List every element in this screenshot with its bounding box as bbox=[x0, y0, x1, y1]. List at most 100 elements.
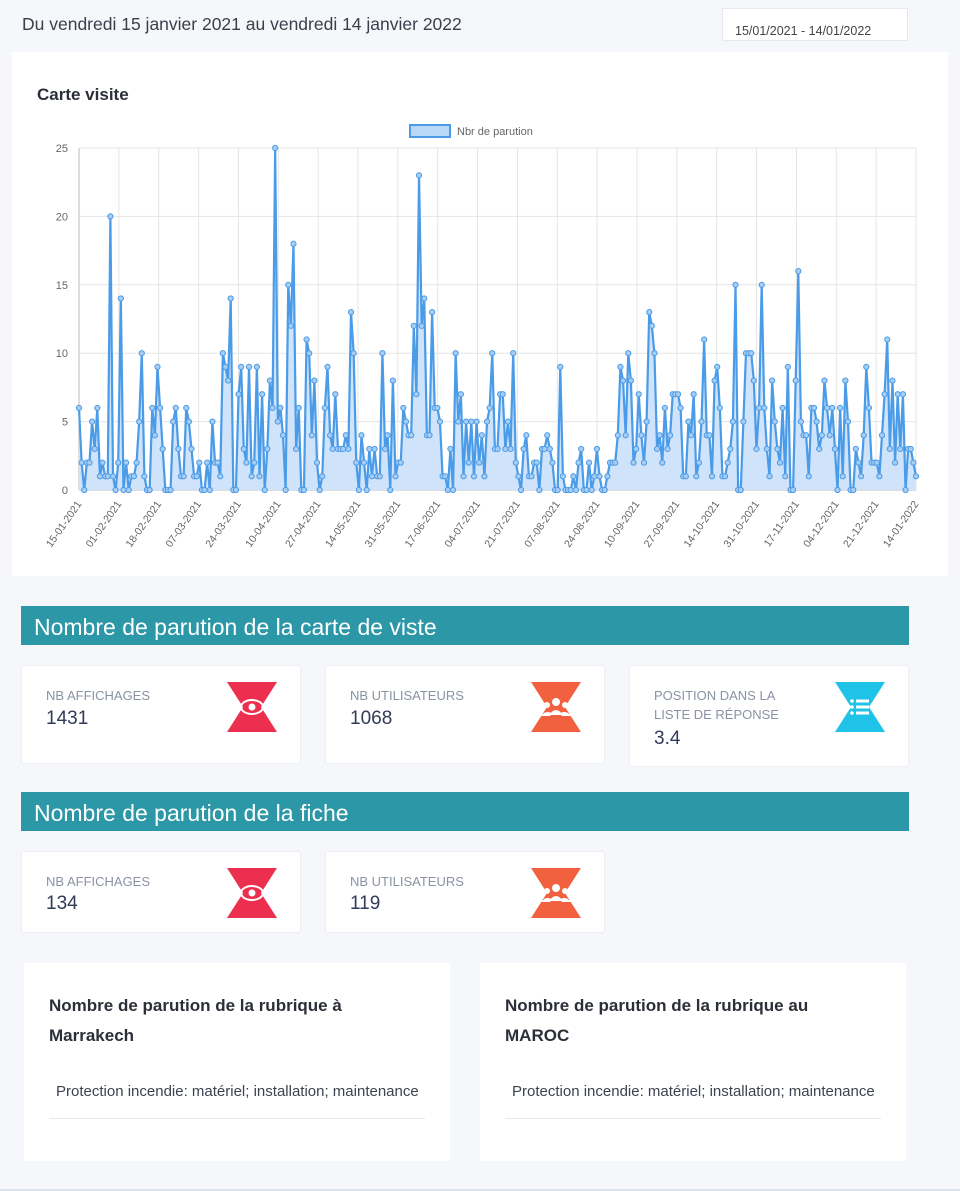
data-point bbox=[583, 486, 590, 494]
y-tick-label: 0 bbox=[62, 485, 68, 497]
data-point bbox=[251, 459, 258, 466]
data-point bbox=[277, 404, 284, 412]
data-point bbox=[541, 445, 548, 453]
data-point bbox=[748, 350, 755, 357]
data-point bbox=[818, 432, 825, 439]
data-point bbox=[523, 432, 530, 439]
chart-card: Carte visite 0 5 10 15 20 25 15-01-2021 01-02-2… bbox=[12, 52, 948, 576]
date-range-picker[interactable]: 15/01/2021 - 14/01/2022 bbox=[722, 8, 908, 41]
data-point bbox=[463, 418, 470, 425]
data-point bbox=[156, 404, 164, 412]
data-point bbox=[235, 391, 242, 398]
data-point bbox=[371, 445, 378, 453]
data-point bbox=[899, 391, 907, 398]
legend-label: Nbr de parution bbox=[457, 126, 533, 138]
data-point bbox=[698, 418, 705, 425]
data-point bbox=[379, 350, 386, 357]
data-point bbox=[708, 473, 716, 480]
data-point bbox=[426, 432, 433, 439]
data-point bbox=[421, 295, 428, 302]
data-point bbox=[204, 459, 211, 466]
data-point bbox=[528, 473, 535, 480]
data-point bbox=[392, 473, 399, 480]
data-point bbox=[876, 473, 883, 480]
data-point bbox=[115, 459, 122, 466]
legend-swatch bbox=[409, 124, 451, 138]
data-point bbox=[300, 486, 308, 494]
data-point bbox=[290, 240, 297, 247]
list-icon bbox=[835, 682, 885, 732]
data-point bbox=[789, 486, 797, 494]
data-point bbox=[452, 350, 459, 357]
data-point bbox=[481, 473, 488, 480]
data-point bbox=[557, 363, 564, 370]
data-point bbox=[687, 432, 695, 439]
data-point bbox=[86, 459, 93, 466]
data-point bbox=[287, 322, 294, 329]
data-point bbox=[591, 473, 598, 480]
rubrique-list-item[interactable]: Protection incendie: matériel; installat… bbox=[49, 1079, 425, 1119]
data-point bbox=[753, 445, 760, 453]
data-point bbox=[559, 473, 566, 480]
data-point bbox=[693, 473, 700, 480]
data-point bbox=[363, 486, 370, 494]
data-point bbox=[816, 445, 823, 453]
data-point bbox=[436, 418, 444, 425]
data-point bbox=[902, 486, 909, 494]
data-point bbox=[347, 309, 355, 316]
line-chart: 0 5 10 15 20 25 15-01-2021 01-02-2021 18-02-2021… bbox=[44, 124, 922, 550]
data-point bbox=[109, 473, 117, 480]
stat-label: NB UTILISATEURS bbox=[350, 874, 464, 889]
data-point bbox=[570, 473, 577, 480]
data-point bbox=[125, 486, 132, 494]
data-point bbox=[303, 336, 310, 343]
data-point bbox=[397, 459, 404, 466]
data-point bbox=[387, 486, 394, 494]
data-point bbox=[130, 473, 138, 480]
data-point bbox=[797, 418, 805, 425]
data-point bbox=[478, 432, 485, 439]
data-point bbox=[117, 295, 124, 302]
data-point bbox=[740, 418, 747, 425]
data-point bbox=[810, 404, 818, 412]
data-point bbox=[486, 404, 493, 412]
data-point bbox=[455, 418, 462, 425]
data-point bbox=[622, 432, 629, 439]
data-point bbox=[442, 473, 449, 480]
data-point bbox=[253, 363, 260, 370]
data-point bbox=[136, 418, 143, 425]
data-point bbox=[729, 418, 737, 425]
data-point bbox=[112, 486, 119, 494]
data-point bbox=[517, 486, 525, 494]
users-icon bbox=[531, 868, 581, 918]
data-point bbox=[755, 404, 763, 412]
x-tick-label: 01-02-2021 bbox=[84, 499, 125, 550]
data-point bbox=[661, 404, 669, 412]
x-tick-label: 10-09-2021 bbox=[602, 499, 643, 550]
data-point bbox=[614, 432, 621, 439]
data-point bbox=[619, 377, 627, 384]
rubrique-list-item[interactable]: Protection incendie: matériel; installat… bbox=[505, 1079, 881, 1119]
data-point bbox=[141, 473, 148, 480]
data-point bbox=[585, 459, 593, 466]
stat-value: 134 bbox=[46, 893, 78, 914]
data-point bbox=[240, 445, 247, 453]
data-point bbox=[612, 459, 619, 466]
data-point bbox=[279, 432, 287, 439]
data-point bbox=[852, 445, 859, 453]
data-point bbox=[701, 336, 708, 343]
data-point bbox=[245, 363, 253, 370]
eye-icon bbox=[227, 868, 277, 918]
data-point bbox=[588, 486, 595, 494]
data-point bbox=[863, 363, 870, 370]
data-point bbox=[761, 404, 768, 412]
data-point bbox=[782, 473, 789, 480]
data-point bbox=[350, 350, 357, 357]
data-point bbox=[758, 281, 765, 288]
data-point bbox=[175, 445, 182, 453]
data-point bbox=[554, 486, 561, 494]
x-tick-label: 07-08-2021 bbox=[522, 499, 563, 550]
data-point bbox=[546, 445, 553, 453]
data-point bbox=[769, 377, 776, 384]
data-point bbox=[653, 445, 661, 453]
